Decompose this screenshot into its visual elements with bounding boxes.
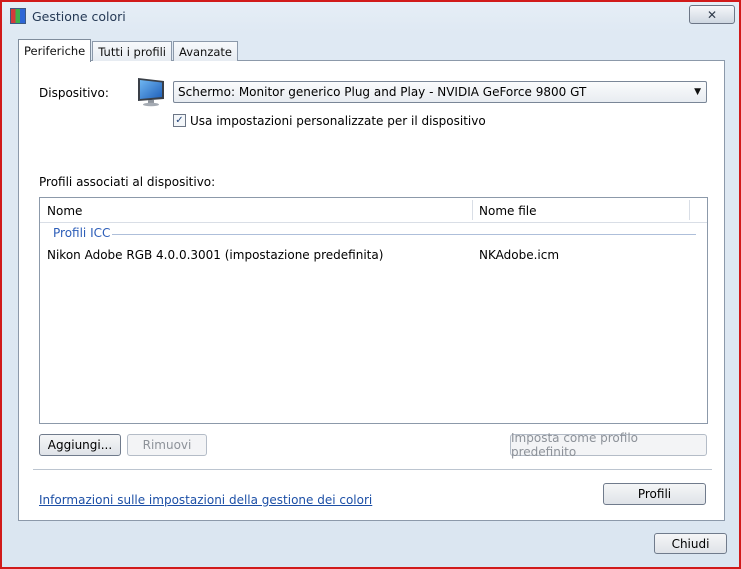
profiles-button[interactable]: Profili xyxy=(603,483,706,505)
custom-settings-label: Usa impostazioni personalizzate per il d… xyxy=(190,114,486,128)
group-header-icc: Profili ICC xyxy=(53,226,111,240)
title-bar[interactable]: Gestione colori ✕ xyxy=(2,2,739,32)
color-management-icon xyxy=(10,8,26,24)
column-header-name[interactable]: Nome xyxy=(47,204,82,218)
set-default-button[interactable]: Imposta come profilo predefinito xyxy=(510,431,707,459)
table-row-filename[interactable]: NKAdobe.icm xyxy=(479,248,559,262)
column-divider[interactable] xyxy=(472,200,473,220)
tab-tutti-i-profili[interactable]: Tutti i profili xyxy=(92,41,172,61)
tab-panel: Dispositivo: Schermo: Monitor generico P… xyxy=(18,60,725,521)
table-row-name[interactable]: Nikon Adobe RGB 4.0.0.3001 (impostazione… xyxy=(47,248,383,262)
chevron-down-icon: ▼ xyxy=(694,87,701,97)
add-button[interactable]: Aggiungi... xyxy=(39,434,121,456)
remove-button[interactable]: Rimuovi xyxy=(127,434,207,456)
list-header: Nome Nome file xyxy=(40,198,707,223)
window-title: Gestione colori xyxy=(32,9,126,24)
column-divider[interactable] xyxy=(689,200,690,220)
monitor-icon xyxy=(138,78,164,107)
group-divider xyxy=(112,234,696,235)
device-select[interactable]: Schermo: Monitor generico Plug and Play … xyxy=(173,81,707,103)
device-select-value: Schermo: Monitor generico Plug and Play … xyxy=(178,85,587,99)
close-button[interactable]: Chiudi xyxy=(654,533,727,554)
color-settings-info-link[interactable]: Informazioni sulle impostazioni della ge… xyxy=(39,493,372,507)
separator xyxy=(33,469,712,470)
custom-settings-checkbox[interactable]: ✓ xyxy=(173,114,186,127)
color-management-window: Gestione colori ✕ Periferiche Tutti i pr… xyxy=(0,0,741,569)
device-label: Dispositivo: xyxy=(39,86,109,100)
close-icon[interactable]: ✕ xyxy=(689,5,735,24)
tab-strip: Periferiche Tutti i profili Avanzate xyxy=(18,38,239,62)
profiles-list[interactable]: Nome Nome file Profili ICC Nikon Adobe R… xyxy=(39,197,708,424)
column-header-filename[interactable]: Nome file xyxy=(479,204,536,218)
tab-periferiche[interactable]: Periferiche xyxy=(18,39,92,62)
profiles-label: Profili associati al dispositivo: xyxy=(39,175,216,189)
tab-avanzate[interactable]: Avanzate xyxy=(173,41,239,61)
